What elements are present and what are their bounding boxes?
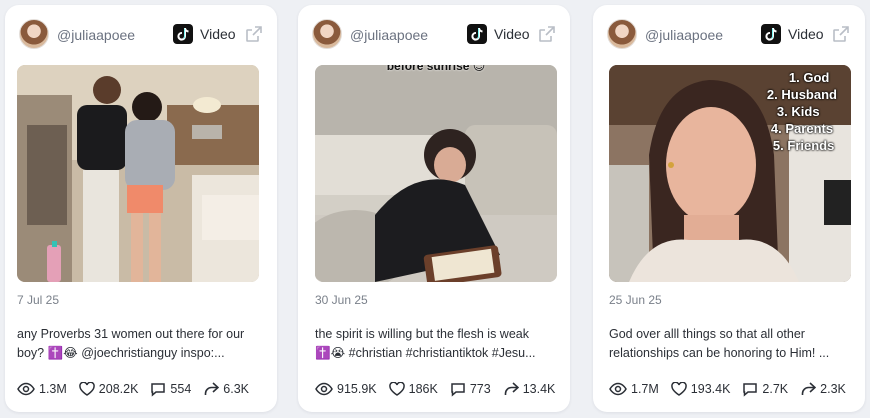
comments-count: 2.7K — [762, 382, 789, 396]
post-caption[interactable]: the spirit is willing but the flesh is w… — [315, 325, 561, 363]
views-count: 1.3M — [39, 382, 67, 396]
video-thumbnail[interactable] — [17, 65, 259, 282]
shares-stat: 6.3K — [203, 382, 249, 396]
comment-icon — [743, 382, 758, 397]
share-icon — [801, 382, 817, 395]
shares-count: 13.4K — [522, 382, 556, 396]
video-card[interactable]: @juliaapoee Video before sunrise 😉 30 Ju… — [298, 5, 570, 412]
avatar[interactable] — [607, 19, 637, 49]
content-type-label: Video — [494, 26, 530, 42]
post-date: 30 Jun 25 — [315, 293, 368, 307]
overlay-list-item: 3. Kids — [776, 104, 820, 119]
engagement-stats: 1.7M 193.4K 2.7K 2.3K — [609, 380, 858, 398]
post-date: 25 Jun 25 — [609, 293, 662, 307]
comment-icon — [451, 382, 465, 397]
comments-stat: 773 — [450, 382, 491, 397]
caption-line: the spirit is willing but the flesh is w… — [315, 327, 529, 341]
caption-line: any Proverbs 31 women out there for our — [17, 327, 245, 341]
comments-stat: 554 — [150, 382, 191, 397]
overlay-list-item: 1. God — [788, 70, 830, 85]
comments-count: 773 — [469, 382, 491, 396]
likes-count: 193.4K — [690, 382, 731, 396]
creator-handle[interactable]: @juliaapoee — [350, 27, 428, 43]
likes-stat: 186K — [388, 382, 438, 396]
overlay-list-item: 2. Husband — [766, 87, 837, 102]
likes-stat: 208.2K — [79, 382, 139, 396]
post-date: 7 Jul 25 — [17, 293, 60, 307]
external-link-icon[interactable] — [245, 25, 263, 48]
post-caption[interactable]: God over alll things so that all other r… — [609, 325, 855, 363]
caption-line: ✝️😭 #christian #christiantiktok #Jesu... — [315, 346, 536, 360]
shares-count: 2.3K — [820, 382, 846, 396]
external-link-icon[interactable] — [538, 25, 556, 48]
shares-stat: 2.3K — [800, 382, 846, 396]
heart-icon — [671, 382, 687, 396]
card-header: @juliaapoee Video — [298, 5, 570, 63]
avatar[interactable] — [312, 19, 342, 49]
views-count: 1.7M — [631, 382, 659, 396]
content-type-label: Video — [200, 26, 236, 42]
overlay-list-item: 4. Parents — [770, 121, 834, 136]
avatar[interactable] — [19, 19, 49, 49]
card-header: @juliaapoee Video — [593, 5, 865, 63]
eye-icon — [17, 382, 35, 396]
share-icon — [504, 382, 519, 395]
comments-stat: 2.7K — [742, 382, 788, 397]
engagement-stats: 915.9K 186K 773 13.4K — [315, 380, 567, 398]
content-type-label: Video — [788, 26, 824, 42]
external-link-icon[interactable] — [832, 25, 850, 48]
overlay-list-item: 5. Friends — [772, 138, 835, 153]
creator-handle[interactable]: @juliaapoee — [645, 27, 723, 43]
comment-icon — [151, 382, 166, 397]
shares-stat: 13.4K — [503, 382, 556, 396]
video-thumbnail[interactable]: 1. God 2. Husband 3. Kids 4. Parents 5. … — [609, 65, 851, 282]
video-card[interactable]: @juliaapoee Video 7 Jul 25 any Proverbs … — [5, 5, 277, 412]
heart-icon — [388, 382, 405, 396]
comments-count: 554 — [170, 382, 192, 396]
views-stat: 1.3M — [17, 382, 67, 396]
engagement-stats: 1.3M 208.2K 554 6.3K — [17, 380, 261, 398]
video-overlay-text: before sunrise 😉 — [386, 65, 486, 73]
shares-count: 6.3K — [223, 382, 249, 396]
video-thumbnail[interactable]: before sunrise 😉 — [315, 65, 557, 282]
tiktok-icon — [761, 24, 781, 44]
views-stat: 1.7M — [609, 382, 659, 396]
caption-line: God over alll things so that all other — [609, 327, 805, 341]
video-overlay-list: 1. God 2. Husband 3. Kids 4. Parents 5. … — [767, 69, 837, 154]
video-card[interactable]: @juliaapoee Video 1. God 2. Husband 3. K… — [593, 5, 865, 412]
creator-handle[interactable]: @juliaapoee — [57, 27, 135, 43]
card-header: @juliaapoee Video — [5, 5, 277, 63]
heart-icon — [79, 382, 95, 396]
post-caption[interactable]: any Proverbs 31 women out there for our … — [17, 325, 263, 363]
eye-icon — [609, 382, 627, 396]
share-icon — [204, 382, 220, 395]
tiktok-icon — [467, 24, 487, 44]
likes-stat: 193.4K — [671, 382, 731, 396]
caption-line: relationships can be honoring to Him! ..… — [609, 346, 830, 360]
eye-icon — [315, 382, 333, 396]
views-stat: 915.9K — [315, 382, 377, 396]
caption-line: boy? ✝️😂 @joechristianguy inspo:... — [17, 346, 225, 360]
likes-count: 186K — [408, 382, 438, 396]
views-count: 915.9K — [337, 382, 377, 396]
tiktok-icon — [173, 24, 193, 44]
likes-count: 208.2K — [98, 382, 139, 396]
